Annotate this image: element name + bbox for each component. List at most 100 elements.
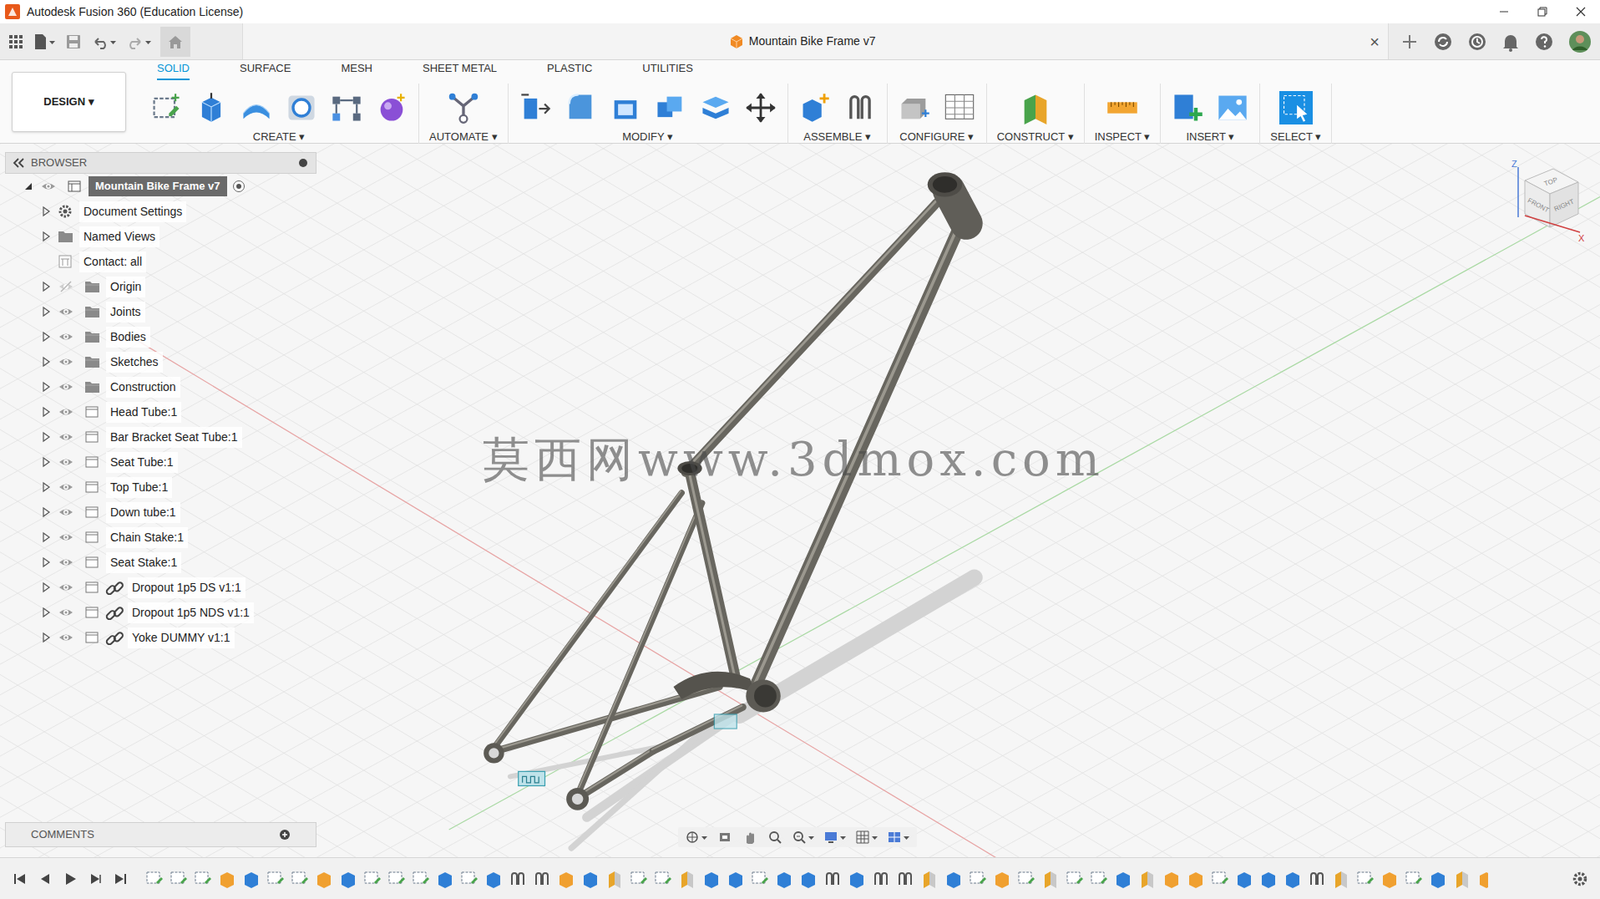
timeline-feature-icon[interactable] [266, 869, 285, 888]
visibility-toggle[interactable] [52, 354, 80, 369]
ruler-tool-icon[interactable] [1105, 91, 1140, 125]
timeline-feature-icon[interactable] [1404, 869, 1423, 888]
timeline-feature-icon[interactable] [411, 869, 431, 888]
browser-item[interactable]: Head Tube:1 [5, 399, 317, 425]
timeline-feature-icon[interactable] [1453, 869, 1472, 888]
redo-icon[interactable] [125, 33, 152, 51]
item-label[interactable]: Joints [106, 301, 146, 323]
activate-component-icon[interactable] [227, 179, 248, 193]
timeline-feature-icon[interactable] [653, 869, 673, 888]
expand-arrow-icon[interactable] [39, 305, 53, 318]
user-avatar-icon[interactable] [1568, 30, 1592, 54]
timeline-feature-icon[interactable] [556, 869, 576, 888]
expand-arrow-icon[interactable] [21, 180, 36, 193]
new-tab-icon[interactable] [1400, 32, 1419, 51]
timeline-feature-icon[interactable] [992, 869, 1012, 888]
timeline-feature-icon[interactable] [726, 869, 745, 888]
document-tab[interactable]: Mountain Bike Frame v7× [242, 23, 1389, 60]
timeline-feature-icon[interactable] [629, 869, 649, 888]
timeline-feature-icon[interactable] [435, 869, 455, 888]
home-button[interactable] [160, 26, 191, 57]
visibility-toggle[interactable] [52, 480, 80, 494]
eye-icon[interactable] [58, 379, 74, 394]
timeline-feature-icon[interactable] [1331, 869, 1351, 888]
fit-icon[interactable] [791, 829, 816, 845]
viewports-icon[interactable] [886, 829, 911, 845]
visibility-toggle[interactable] [52, 505, 80, 519]
timeline-feature-icon[interactable] [823, 869, 842, 888]
timeline-feature-icon[interactable] [1477, 869, 1489, 888]
item-label[interactable]: Document Settings [79, 201, 187, 223]
timeline-feature-icon[interactable] [581, 869, 600, 888]
expand-arrow-icon[interactable] [39, 556, 53, 568]
timeline-feature-icon[interactable] [314, 869, 334, 888]
box-tool-icon[interactable] [194, 91, 228, 125]
item-label[interactable]: Seat Tube:1 [106, 451, 178, 473]
timeline-feature-icon[interactable] [847, 869, 866, 888]
timeline-feature-icon[interactable] [774, 869, 794, 888]
item-label[interactable]: Bar Bracket Seat Tube:1 [106, 426, 243, 448]
timeline-feature-icon[interactable] [508, 869, 527, 888]
table-tool-icon[interactable] [942, 91, 977, 125]
tool-group-label[interactable]: CREATE ▾ [253, 128, 305, 146]
visibility-toggle[interactable] [52, 304, 80, 319]
tool-group-label[interactable]: SELECT ▾ [1270, 128, 1322, 146]
timeline-feature-icon[interactable] [920, 869, 939, 888]
visibility-toggle[interactable] [52, 455, 80, 469]
timeline-feature-icon[interactable] [387, 869, 406, 888]
workspace-tab[interactable]: SOLID [156, 60, 190, 81]
workspace-switcher[interactable]: DESIGN ▾ [11, 71, 127, 132]
browser-item[interactable]: Bodies [5, 324, 317, 350]
visibility-toggle[interactable] [52, 630, 80, 644]
layers-tool-icon[interactable] [698, 91, 733, 125]
item-label[interactable]: Named Views [79, 226, 160, 248]
eye-icon[interactable] [58, 480, 74, 494]
timeline-feature-icon[interactable] [1428, 869, 1448, 888]
expand-arrow-icon[interactable] [39, 280, 53, 293]
restore-icon[interactable] [1523, 0, 1562, 24]
timeline-feature-icon[interactable] [1356, 869, 1375, 888]
timeline-feature-icon[interactable] [1041, 869, 1060, 888]
timeline-feature-icon[interactable] [484, 869, 503, 888]
go-to-start-icon[interactable] [11, 870, 29, 887]
zoom-icon[interactable] [766, 829, 784, 845]
timeline-feature-icon[interactable] [871, 869, 891, 888]
step-forward-icon[interactable] [86, 870, 104, 887]
browser-item[interactable]: Dropout 1p5 DS v1:1 [5, 574, 317, 600]
browser-item[interactable]: Dropout 1p5 NDS v1:1 [5, 599, 317, 625]
item-label[interactable]: Chain Stake:1 [106, 526, 188, 548]
visibility-toggle[interactable] [52, 279, 80, 294]
cyl-tool-icon[interactable] [284, 91, 319, 125]
play-icon[interactable] [61, 870, 79, 887]
visibility-toggle[interactable] [52, 329, 80, 344]
timeline-feature-icon[interactable] [1380, 869, 1399, 888]
timeline-feature-icon[interactable] [242, 869, 261, 888]
timeline-feature-icon[interactable] [968, 869, 988, 888]
viewport[interactable]: 莫西网www.3dmox.comTOPFRONTRIGHTZXBROWSERMo… [0, 143, 1600, 857]
timeline-feature-icon[interactable] [896, 869, 915, 888]
visibility-toggle[interactable] [35, 179, 62, 193]
eye-icon[interactable] [58, 329, 74, 344]
visibility-toggle[interactable] [52, 379, 80, 394]
model-view[interactable] [0, 143, 1600, 857]
undo-icon[interactable] [90, 33, 117, 51]
job-status-icon[interactable] [1467, 31, 1488, 52]
notifications-icon[interactable] [1501, 31, 1520, 52]
workspace-tab[interactable]: MESH [340, 60, 373, 81]
expand-arrow-icon[interactable] [39, 330, 53, 343]
timeline-feature-icon[interactable] [750, 869, 770, 888]
browser-item[interactable]: Construction [5, 374, 317, 400]
expand-arrow-icon[interactable] [39, 506, 53, 518]
tool-group-label[interactable]: MODIFY ▾ [622, 128, 674, 146]
apps-grid-icon[interactable] [8, 34, 24, 50]
timeline-feature-icon[interactable] [290, 869, 309, 888]
close-tab-button[interactable]: × [1361, 33, 1388, 51]
visibility-toggle[interactable] [52, 580, 80, 594]
timeline-feature-icon[interactable] [678, 869, 697, 888]
expand-arrow-icon[interactable] [39, 455, 53, 468]
item-label[interactable]: Down tube:1 [106, 501, 181, 523]
plane-tool-icon[interactable] [1018, 91, 1053, 125]
home-icon[interactable] [167, 34, 184, 50]
workspace-tab[interactable]: PLASTIC [546, 60, 593, 81]
eye-icon[interactable] [58, 405, 74, 419]
